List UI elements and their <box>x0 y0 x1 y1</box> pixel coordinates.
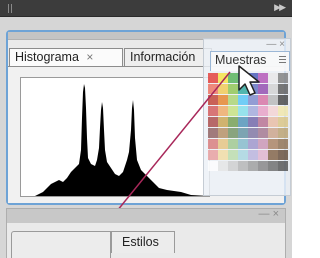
tab-spacer <box>11 231 111 258</box>
cursor-shape <box>238 65 260 96</box>
tab-row: Estilos <box>7 223 285 258</box>
panel-menu-icon[interactable] <box>279 56 286 63</box>
swatch-row-5[interactable] <box>208 117 288 127</box>
swatches-panel: — × Muestras <box>203 38 291 196</box>
panel-dock-bar: ▶▶ <box>0 0 292 17</box>
panel-header[interactable]: — × <box>7 208 285 223</box>
panel-grip-icon[interactable] <box>8 4 12 13</box>
tab-info-label: Información <box>130 50 196 64</box>
histogram-fill <box>21 84 209 196</box>
swatch-row-6[interactable] <box>208 128 288 138</box>
expand-panels-icon[interactable]: ▶▶ <box>274 2 286 13</box>
histogram-chart <box>21 84 209 196</box>
photoshop-panels: ▶▶ Histograma × Información — × Muestras <box>0 0 292 258</box>
tab-info[interactable]: Información <box>124 48 212 67</box>
tab-styles-label: Estilos <box>122 235 159 249</box>
arrow-cursor-icon <box>238 65 260 96</box>
swatch-row-8[interactable] <box>208 150 288 160</box>
swatch-row-4[interactable] <box>208 106 288 116</box>
tab-histogram-label: Histograma <box>15 50 79 64</box>
swatch-row-7[interactable] <box>208 139 288 149</box>
close-icon[interactable]: × <box>86 50 93 64</box>
tab-histogram[interactable]: Histograma × <box>9 48 123 67</box>
swatch-row-9[interactable] <box>208 161 288 171</box>
tab-styles[interactable]: Estilos <box>111 231 175 253</box>
close-icon[interactable]: — × <box>259 208 279 220</box>
histogram-graph <box>20 77 210 197</box>
close-icon[interactable]: — × <box>266 39 285 50</box>
styles-panel: — × Estilos <box>6 208 286 258</box>
